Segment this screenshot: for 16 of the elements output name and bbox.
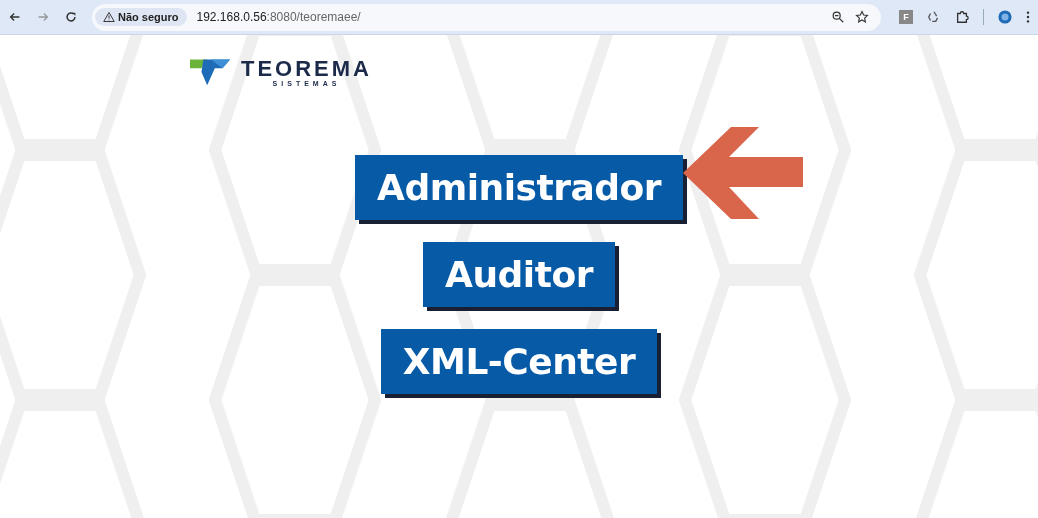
logo-icon xyxy=(190,57,232,87)
address-bar[interactable]: Não seguro 192.168.0.56:8080/teoremaee/ xyxy=(92,3,881,31)
pointer-arrow-icon xyxy=(682,127,803,219)
security-label: Não seguro xyxy=(118,11,179,23)
profile-avatar-icon[interactable] xyxy=(998,10,1012,24)
zoom-icon[interactable] xyxy=(831,10,845,24)
security-chip[interactable]: Não seguro xyxy=(95,8,187,26)
logo-name: TEOREMA xyxy=(241,57,372,80)
warning-icon xyxy=(103,11,115,23)
puzzle-icon[interactable] xyxy=(955,10,969,24)
menu-icon[interactable] xyxy=(1026,10,1030,24)
back-icon[interactable] xyxy=(8,10,22,24)
star-icon[interactable] xyxy=(855,10,869,24)
reload-icon[interactable] xyxy=(64,10,78,24)
extension-button[interactable]: F xyxy=(899,10,913,24)
url-text: 192.168.0.56:8080/teoremaee/ xyxy=(196,10,361,24)
